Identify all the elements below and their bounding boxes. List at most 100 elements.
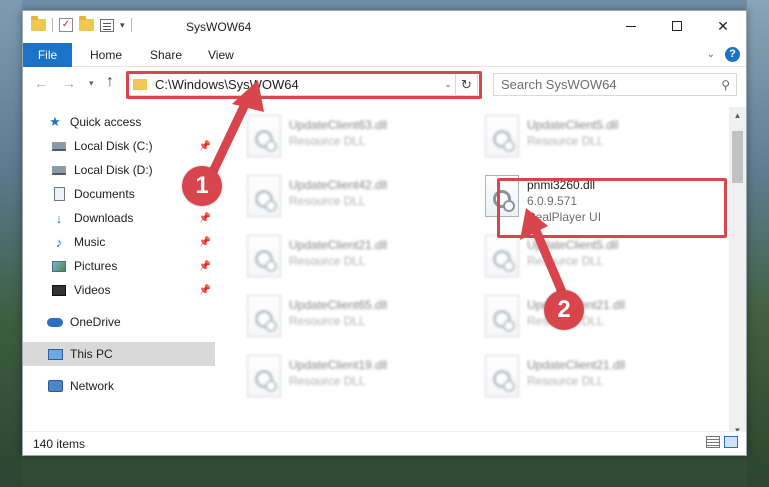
close-icon: ✕ bbox=[717, 17, 729, 34]
title-bar: ✓ ▾ SysWOW64 ✕ bbox=[23, 11, 746, 43]
dll-file-icon bbox=[485, 235, 519, 277]
pin-icon[interactable]: 📌 bbox=[199, 213, 211, 224]
sidebar-item-label: Pictures bbox=[74, 259, 118, 273]
window-title: SysWOW64 bbox=[186, 20, 252, 34]
folder-icon bbox=[133, 79, 147, 90]
sidebar-item-label: Videos bbox=[74, 283, 111, 297]
ribbon-tabs: File Home Share View ⌄ ? bbox=[23, 43, 746, 67]
file-item[interactable]: UpdateClient19.dll Resource DLL bbox=[247, 353, 467, 403]
file-description: RealPlayer UI bbox=[527, 210, 602, 224]
sidebar-item-this-pc[interactable]: This PC bbox=[23, 342, 215, 366]
sidebar-item-label: Documents bbox=[74, 187, 135, 201]
new-folder-icon[interactable] bbox=[79, 16, 94, 31]
file-type: Resource DLL bbox=[289, 374, 366, 388]
search-icon[interactable]: ⚲ bbox=[721, 78, 730, 92]
sidebar-item-network[interactable]: Network bbox=[23, 374, 215, 398]
address-path[interactable]: C:\Windows\SysWOW64 bbox=[155, 77, 441, 92]
sidebar-item-music[interactable]: ♪ Music 📌 bbox=[23, 230, 215, 254]
recent-locations-icon[interactable]: ▾ bbox=[89, 78, 94, 89]
properties-check-icon[interactable]: ✓ bbox=[59, 18, 73, 32]
file-name: UpdateClient65.dll bbox=[289, 298, 388, 312]
sidebar-item-videos[interactable]: Videos 📌 bbox=[23, 278, 215, 302]
pin-icon[interactable]: 📌 bbox=[199, 237, 211, 248]
folder-icon[interactable] bbox=[31, 16, 46, 31]
file-name: UpdateClient21.dll bbox=[527, 358, 626, 372]
file-item-pnmi3260[interactable]: pnmi3260.dll 6.0.9.571 RealPlayer UI bbox=[485, 173, 705, 224]
sidebar-item-quick-access[interactable]: ★ Quick access bbox=[23, 110, 215, 134]
file-type: Resource DLL bbox=[527, 374, 604, 388]
file-type: Resource DLL bbox=[289, 134, 366, 148]
drive-icon bbox=[51, 163, 67, 177]
refresh-icon[interactable]: ↻ bbox=[455, 74, 477, 95]
ribbon-right-controls: ⌄ ? bbox=[707, 47, 740, 62]
tab-home[interactable]: Home bbox=[90, 43, 122, 67]
file-name: pnmi3260.dll bbox=[527, 178, 596, 192]
minimize-icon bbox=[626, 25, 636, 27]
file-type: Resource DLL bbox=[289, 254, 366, 268]
dll-file-icon bbox=[247, 355, 281, 397]
file-name: UpdateClient19.dll bbox=[289, 358, 388, 372]
file-name: UpdateClient21.dll bbox=[289, 238, 388, 252]
drive-icon bbox=[51, 139, 67, 153]
sidebar-item-label: Local Disk (D:) bbox=[74, 163, 153, 177]
sidebar-item-downloads[interactable]: ↓ Downloads 📌 bbox=[23, 206, 215, 230]
maximize-button[interactable] bbox=[654, 11, 700, 41]
help-icon[interactable]: ? bbox=[725, 47, 740, 62]
navigation-bar: ← → ▾ ↑ C:\Windows\SysWOW64 ⌄ ↻ Search S… bbox=[23, 69, 746, 99]
file-type: Resource DLL bbox=[289, 314, 366, 328]
sidebar-item-onedrive[interactable]: OneDrive bbox=[23, 310, 215, 334]
expand-ribbon-icon[interactable]: ⌄ bbox=[707, 49, 715, 60]
up-arrow-icon[interactable]: ↑ bbox=[106, 73, 114, 91]
back-arrow-icon[interactable]: ← bbox=[34, 75, 48, 91]
details-view-icon[interactable] bbox=[706, 436, 720, 448]
quick-access-toolbar: ✓ ▾ bbox=[31, 16, 132, 32]
tab-file[interactable]: File bbox=[23, 43, 72, 67]
chevron-down-icon[interactable]: ⌄ bbox=[441, 79, 455, 90]
download-arrow-icon: ↓ bbox=[55, 210, 63, 226]
file-item[interactable]: UpdateClient65.dll Resource DLL bbox=[247, 293, 467, 343]
monitor-icon bbox=[47, 347, 63, 361]
sidebar-item-local-disk-c[interactable]: Local Disk (C:) 📌 bbox=[23, 134, 215, 158]
sidebar-item-label: Music bbox=[74, 235, 106, 249]
forward-arrow-icon[interactable]: → bbox=[62, 75, 76, 91]
file-type: Resource DLL bbox=[289, 194, 366, 208]
sidebar-item-label: Downloads bbox=[74, 211, 134, 225]
file-item[interactable]: UpdateClient21.dll Resource DLL bbox=[485, 353, 705, 403]
star-icon: ★ bbox=[49, 114, 61, 129]
dll-file-icon bbox=[485, 295, 519, 337]
tab-share[interactable]: Share bbox=[150, 43, 182, 67]
vertical-scrollbar[interactable]: ▲ ▼ bbox=[729, 107, 746, 439]
search-input[interactable]: Search SysWOW64 ⚲ bbox=[493, 73, 737, 96]
desktop-background-left bbox=[0, 0, 22, 487]
film-icon bbox=[51, 283, 67, 297]
file-item[interactable]: UpdateClient5.dll Resource DLL bbox=[485, 233, 705, 283]
file-name: UpdateClient63.dll bbox=[289, 118, 388, 132]
file-name: UpdateClient5.dll bbox=[527, 238, 619, 252]
step-1-callout: 1 bbox=[182, 166, 222, 206]
file-item[interactable]: UpdateClient5.dll Resource DLL bbox=[485, 113, 705, 163]
dll-file-icon bbox=[247, 175, 281, 217]
file-item[interactable]: UpdateClient21.dll Resource DLL bbox=[485, 293, 705, 343]
close-button[interactable]: ✕ bbox=[700, 11, 746, 41]
file-item[interactable]: UpdateClient63.dll Resource DLL bbox=[247, 113, 467, 163]
file-type: Resource DLL bbox=[527, 254, 604, 268]
sidebar-item-pictures[interactable]: Pictures 📌 bbox=[23, 254, 215, 278]
large-icons-view-icon[interactable] bbox=[724, 436, 738, 448]
dll-file-icon bbox=[247, 115, 281, 157]
scrollbar-thumb[interactable] bbox=[732, 131, 743, 183]
properties-icon[interactable] bbox=[100, 18, 114, 32]
pin-icon[interactable]: 📌 bbox=[199, 285, 211, 296]
pin-icon[interactable]: 📌 bbox=[199, 261, 211, 272]
address-bar[interactable]: C:\Windows\SysWOW64 ⌄ ↻ bbox=[127, 73, 478, 96]
dll-file-icon bbox=[247, 235, 281, 277]
chevron-down-icon[interactable]: ▾ bbox=[120, 20, 125, 31]
dll-file-icon bbox=[485, 115, 519, 157]
pin-icon[interactable]: 📌 bbox=[199, 141, 211, 152]
toolbar-divider bbox=[130, 18, 132, 32]
scroll-up-icon[interactable]: ▲ bbox=[729, 107, 746, 124]
minimize-button[interactable] bbox=[608, 11, 654, 41]
file-item[interactable]: UpdateClient21.dll Resource DLL bbox=[247, 233, 467, 283]
tab-view[interactable]: View bbox=[208, 43, 234, 67]
navigation-pane: ★ Quick access Local Disk (C:) 📌 Local D… bbox=[23, 107, 215, 432]
file-item[interactable]: UpdateClient42.dll Resource DLL bbox=[247, 173, 467, 223]
